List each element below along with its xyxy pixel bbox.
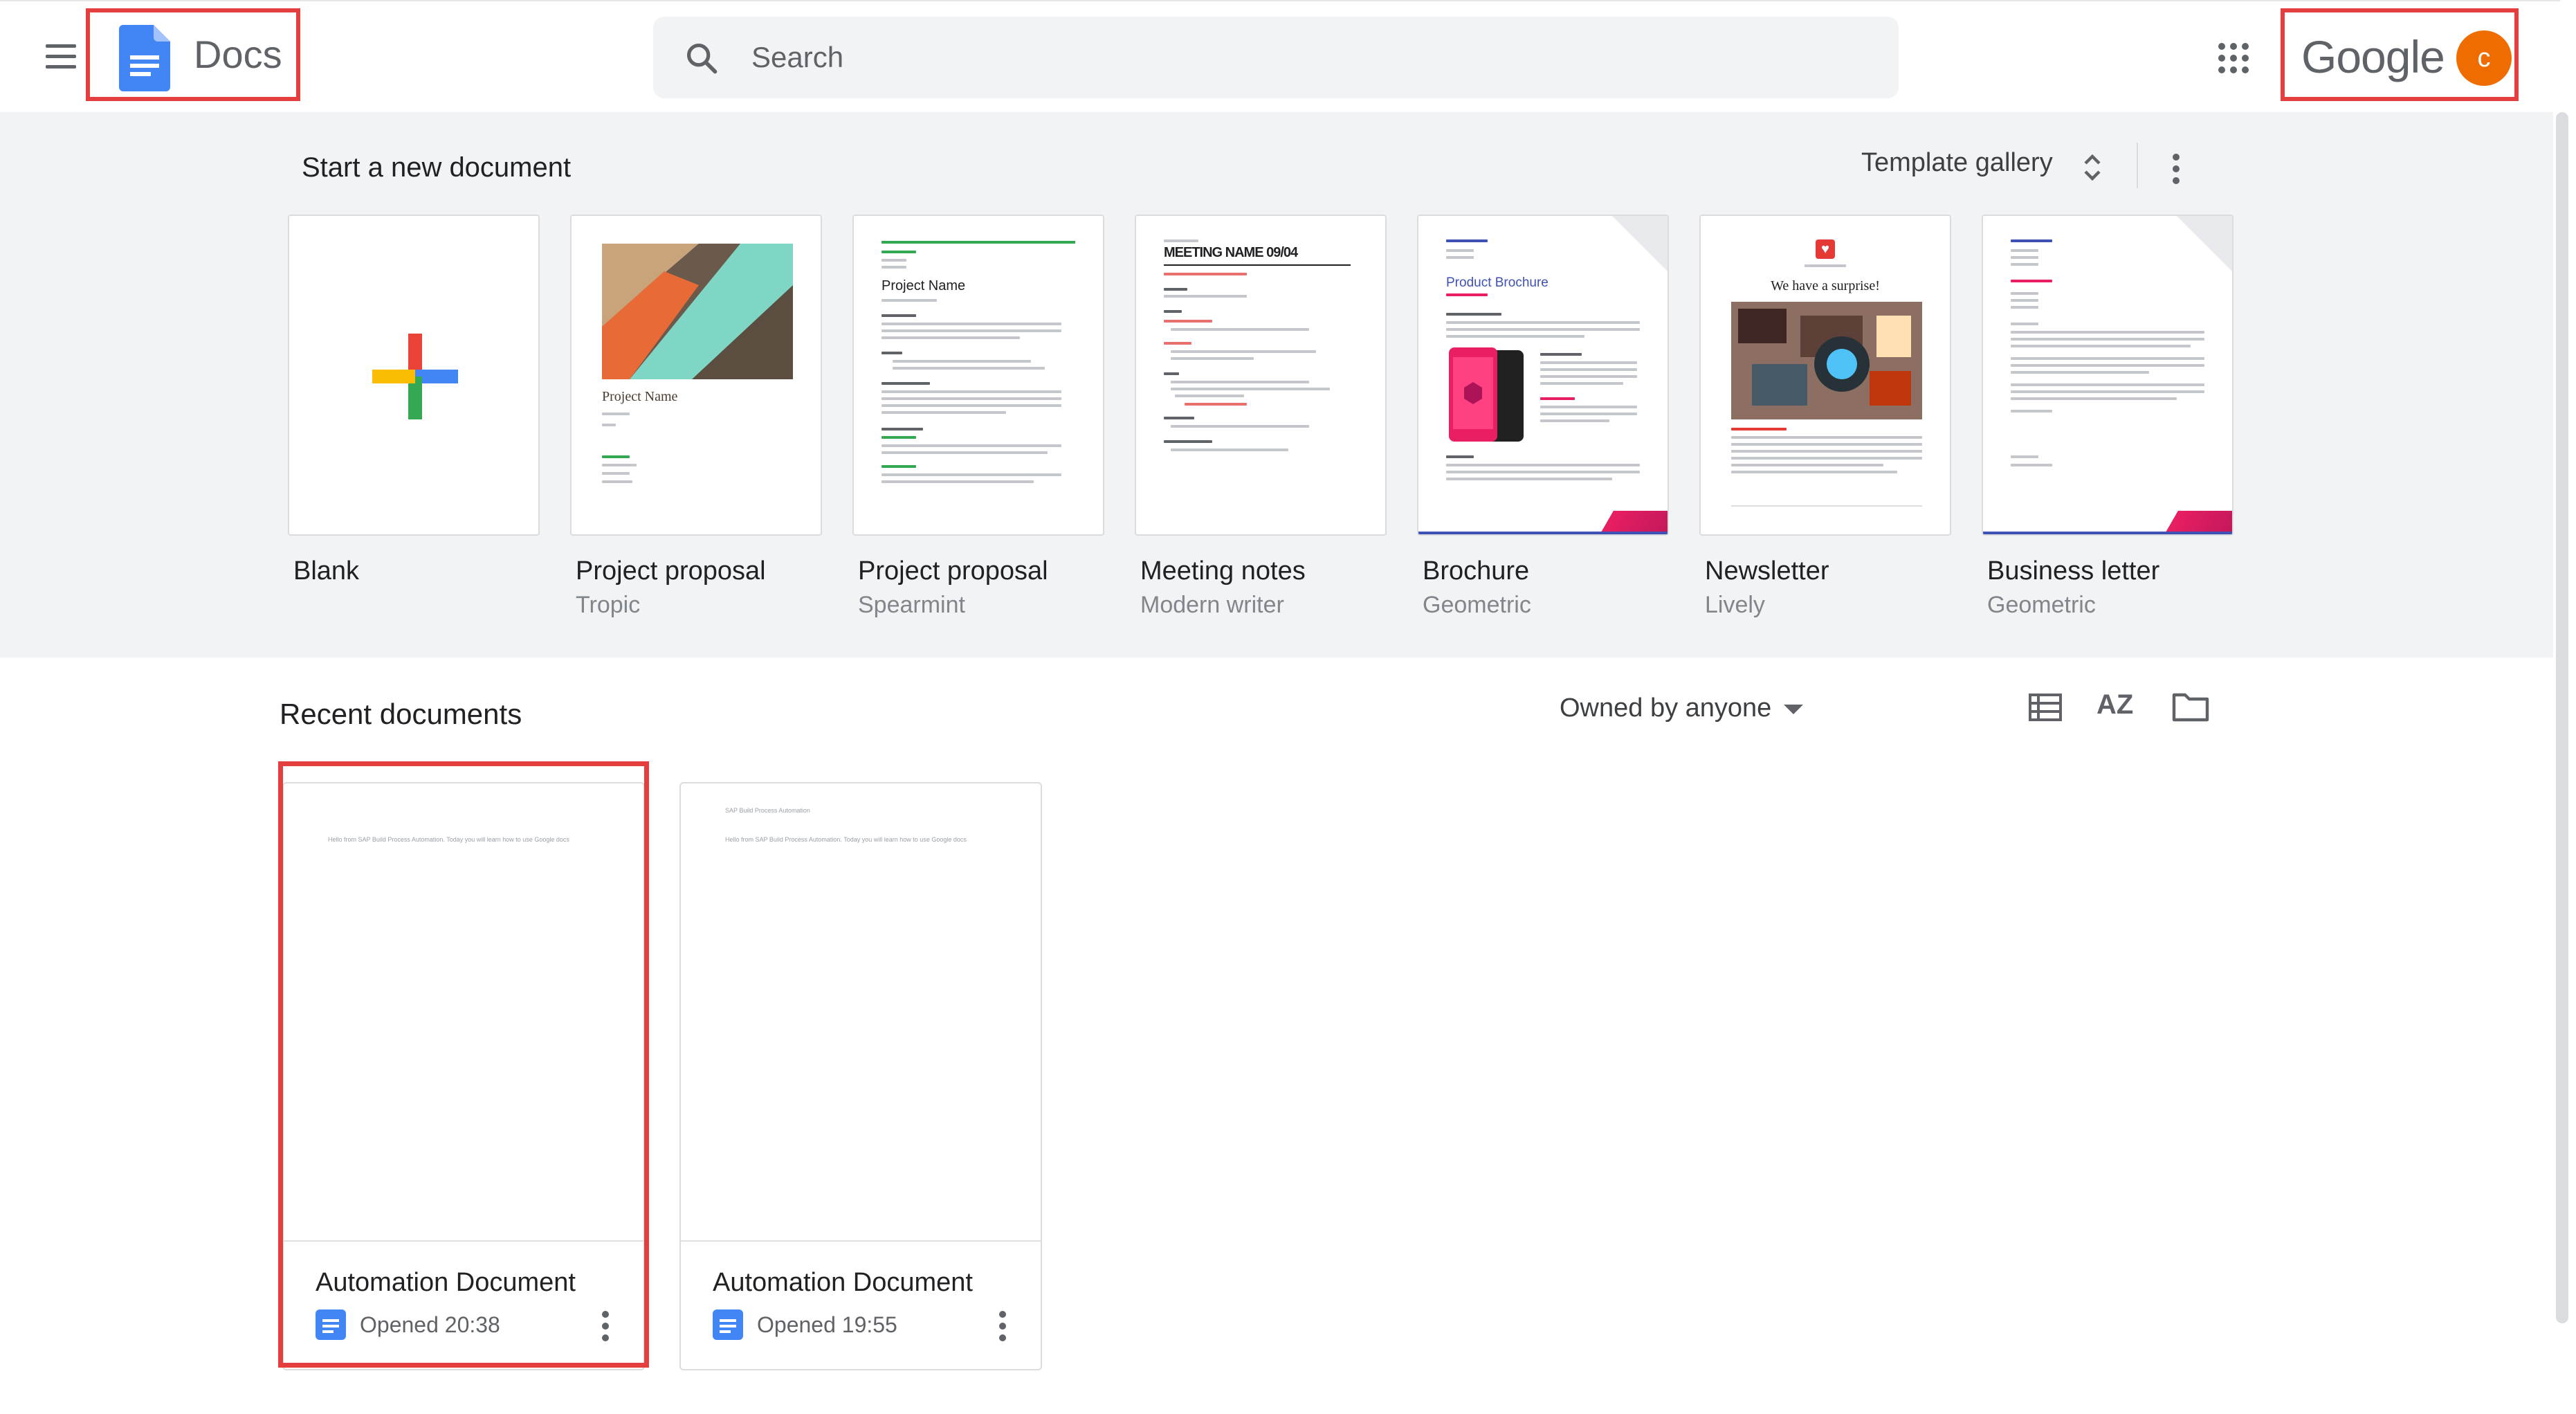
- template-name: Project proposal: [576, 556, 766, 586]
- avatar[interactable]: c: [2456, 30, 2512, 86]
- template-brochure[interactable]: Product Brochure Brochure Geometric: [1417, 215, 1669, 619]
- template-name: Brochure: [1423, 556, 1530, 586]
- document-title[interactable]: Automation Document: [316, 1268, 576, 1298]
- template-thumbnail[interactable]: Project Name: [852, 215, 1104, 536]
- template-thumbnail[interactable]: Product Brochure: [1417, 215, 1669, 536]
- top-bar: Docs Google c: [0, 0, 2560, 112]
- plus-icon: [372, 334, 458, 419]
- template-subtitle: Tropic: [576, 592, 641, 618]
- template-blank[interactable]: Blank: [288, 215, 540, 586]
- template-business-letter[interactable]: Business letter Geometric: [1982, 215, 2234, 619]
- template-name: Meeting notes: [1140, 556, 1306, 586]
- template-subtitle: Geometric: [1987, 592, 2096, 618]
- divider: [2137, 143, 2138, 188]
- search-icon[interactable]: [684, 40, 720, 80]
- document-preview[interactable]: SAP Build Process Automation Hello from …: [681, 783, 1041, 1242]
- thumb-title: We have a surprise!: [1771, 278, 1880, 293]
- docs-logo-icon[interactable]: [119, 25, 170, 95]
- main-menu-button[interactable]: [42, 42, 80, 72]
- tropic-art: [602, 244, 793, 379]
- owner-filter-dropdown[interactable]: Owned by anyone: [1560, 694, 1771, 723]
- docs-file-icon: [713, 1309, 743, 1343]
- thumb-title: Project Name: [881, 278, 966, 293]
- phone-image: [1449, 347, 1524, 442]
- preview-text: Hello from SAP Build Process Automation.…: [328, 836, 569, 843]
- document-title[interactable]: Automation Document: [713, 1268, 973, 1298]
- google-logo: Google: [2301, 31, 2445, 82]
- template-thumbnail[interactable]: Project Name: [570, 215, 822, 536]
- app-title[interactable]: Docs: [194, 32, 282, 77]
- search-bar[interactable]: [653, 17, 1899, 98]
- template-subtitle: Lively: [1705, 592, 1765, 618]
- template-section: Start a new document Template gallery Bl…: [0, 112, 2553, 658]
- start-new-document-title: Start a new document: [302, 152, 572, 183]
- chevron-down-icon[interactable]: [1784, 705, 1803, 714]
- template-newsletter[interactable]: ♥ We have a surprise! Newsletter Lively: [1699, 215, 1951, 619]
- template-meeting-notes[interactable]: MEETING NAME 09/04 Meeting notes Modern …: [1135, 215, 1387, 619]
- recent-document-card[interactable]: Hello from SAP Build Process Automation.…: [282, 782, 645, 1370]
- thumb-title: Product Brochure: [1446, 275, 1549, 290]
- more-vert-icon[interactable]: [602, 1311, 610, 1346]
- template-project-proposal-spearmint[interactable]: Project Name Project proposal Spearmint: [852, 215, 1104, 619]
- preview-text: Hello from SAP Build Process Automation.…: [725, 836, 967, 843]
- more-vert-icon[interactable]: [2173, 154, 2181, 189]
- template-subtitle: Spearmint: [858, 592, 965, 618]
- opened-time: Opened 19:55: [757, 1312, 897, 1337]
- opened-time: Opened 20:38: [360, 1312, 500, 1337]
- scrollbar[interactable]: [2556, 112, 2568, 1323]
- thumb-title: Project Name: [602, 389, 678, 404]
- recent-document-card[interactable]: SAP Build Process Automation Hello from …: [679, 782, 1042, 1370]
- template-name: Blank: [293, 556, 360, 586]
- sort-az-icon[interactable]: AZ: [2097, 689, 2133, 720]
- search-input[interactable]: [750, 37, 1860, 78]
- template-subtitle: Modern writer: [1140, 592, 1284, 618]
- thumb-title: MEETING NAME 09/04: [1164, 245, 1298, 260]
- preview-title: SAP Build Process Automation: [725, 807, 810, 814]
- folder-icon[interactable]: [2171, 691, 2210, 726]
- list-view-icon[interactable]: [2029, 692, 2062, 726]
- template-thumbnail[interactable]: MEETING NAME 09/04: [1135, 215, 1387, 536]
- more-vert-icon[interactable]: [999, 1311, 1007, 1346]
- template-thumbnail[interactable]: [1982, 215, 2234, 536]
- document-preview[interactable]: Hello from SAP Build Process Automation.…: [284, 783, 643, 1242]
- heart-icon: ♥: [1816, 239, 1835, 259]
- template-gallery-button[interactable]: Template gallery: [1861, 148, 2053, 178]
- template-thumbnail[interactable]: ♥ We have a surprise!: [1699, 215, 1951, 536]
- template-name: Business letter: [1987, 556, 2160, 586]
- template-subtitle: Geometric: [1423, 592, 1531, 618]
- template-name: Project proposal: [858, 556, 1048, 586]
- template-name: Newsletter: [1705, 556, 1829, 586]
- apps-grid-icon[interactable]: [2218, 43, 2249, 73]
- docs-file-icon: [316, 1309, 346, 1343]
- template-project-proposal-tropic[interactable]: Project Name Project proposal Tropic: [570, 215, 822, 619]
- template-thumbnail[interactable]: [288, 215, 540, 536]
- newsletter-photo: [1731, 302, 1922, 419]
- recent-documents-title: Recent documents: [280, 698, 522, 730]
- sort-arrows-icon[interactable]: [2080, 151, 2105, 188]
